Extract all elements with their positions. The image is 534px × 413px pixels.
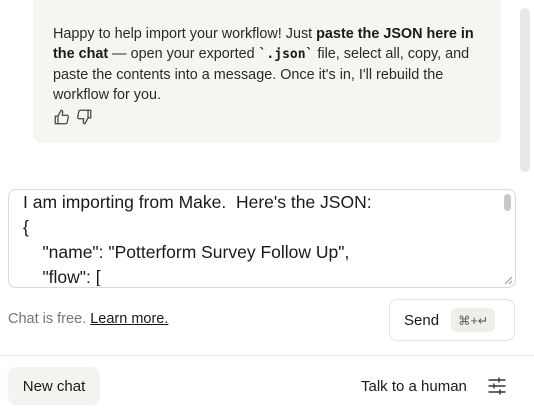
message-code: `.json` xyxy=(258,47,314,62)
talk-to-human-link[interactable]: Talk to a human xyxy=(361,378,467,395)
message-composer[interactable]: I am importing from Make. Here's the JSO… xyxy=(8,189,516,288)
send-button[interactable]: Send ⌘+↵ xyxy=(389,299,515,341)
composer-scrollbar[interactable] xyxy=(504,194,511,211)
thumbs-up-icon[interactable] xyxy=(53,108,71,126)
pricing-note: Chat is free. Learn more. xyxy=(8,311,168,327)
send-shortcut-badge: ⌘+↵ xyxy=(451,308,496,332)
thumbs-down-icon[interactable] xyxy=(75,108,93,126)
pricing-note-text: Chat is free. xyxy=(8,311,87,327)
message-input[interactable]: I am importing from Make. Here's the JSO… xyxy=(23,190,493,286)
assistant-message: Happy to help import your workflow! Just… xyxy=(33,0,501,143)
message-text-part: — open your exported xyxy=(108,46,259,62)
sliders-icon[interactable] xyxy=(487,376,507,396)
message-reactions xyxy=(53,108,93,126)
send-label: Send xyxy=(404,311,440,329)
message-text-part: Happy to help import your workflow! Just xyxy=(53,26,317,42)
footer-divider xyxy=(0,355,534,356)
chat-history: Happy to help import your workflow! Just… xyxy=(0,0,534,172)
history-scrollbar[interactable] xyxy=(520,8,530,172)
new-chat-button[interactable]: New chat xyxy=(8,367,100,405)
assistant-message-text: Happy to help import your workflow! Just… xyxy=(53,24,481,105)
learn-more-link[interactable]: Learn more. xyxy=(90,311,168,327)
resize-handle-icon[interactable] xyxy=(504,276,513,285)
